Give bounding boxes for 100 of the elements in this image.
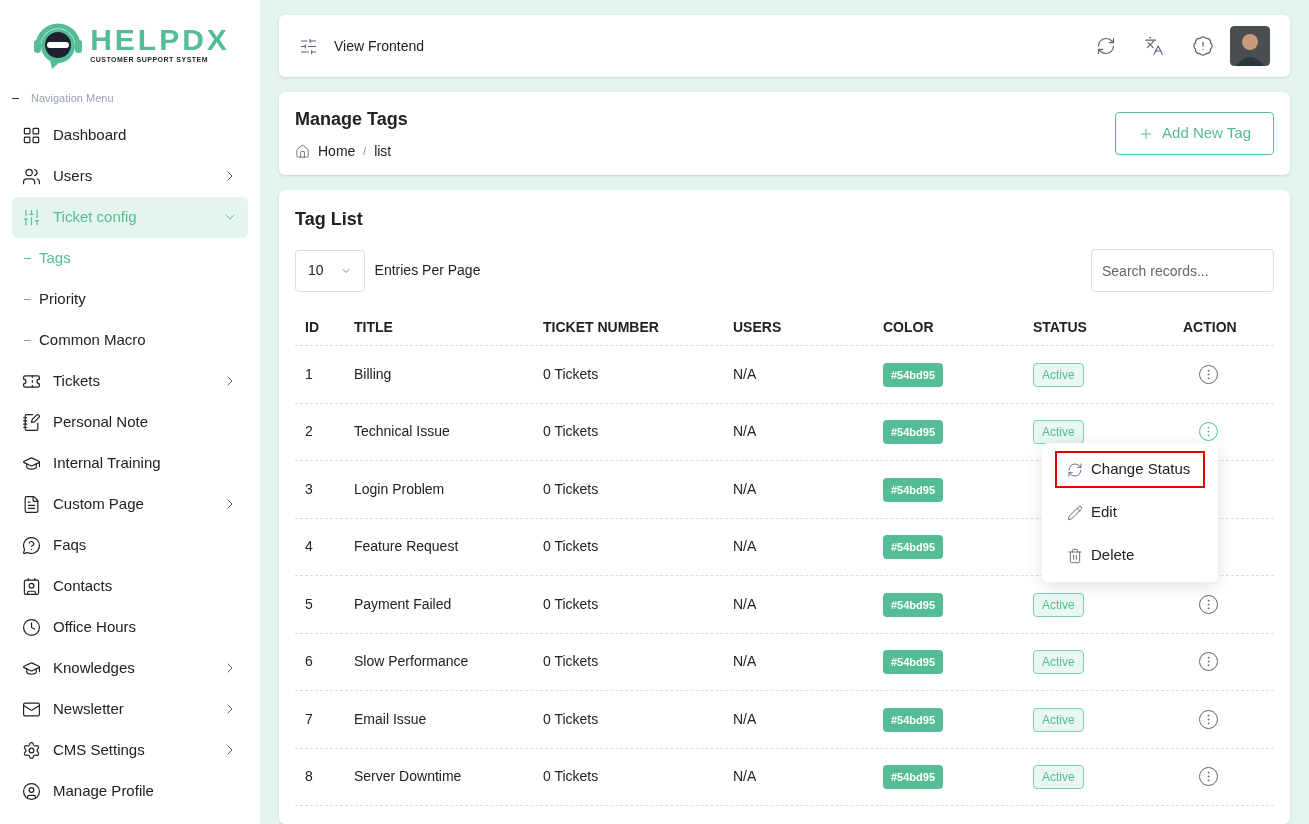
notebook-icon — [22, 412, 41, 432]
status-tag: Active — [1033, 420, 1084, 445]
users-icon — [22, 166, 41, 186]
color-tag: #54bd95 — [883, 707, 944, 732]
alert-badge-icon[interactable] — [1192, 35, 1214, 57]
table-cell: Login Problem — [354, 480, 445, 497]
view-frontend-link[interactable]: View Frontend — [334, 35, 1080, 57]
sidebar-item[interactable]: Users — [12, 155, 248, 197]
table-cell: 2 — [305, 423, 313, 440]
table-cell: 0 Tickets — [543, 653, 599, 670]
sidebar-item[interactable]: Manage Profile — [12, 770, 248, 812]
refresh-icon[interactable] — [1096, 36, 1116, 56]
clock-icon — [22, 617, 41, 637]
status-tag: Active — [1033, 707, 1084, 732]
sliders-icon[interactable] — [299, 36, 318, 56]
table-cell: N/A — [733, 423, 757, 440]
table-cell: Email Issue — [354, 710, 427, 727]
table-cell: Billing — [354, 365, 392, 382]
document-icon — [22, 494, 41, 514]
section-title: Navigation Menu — [31, 91, 114, 106]
table-cell: 8 — [305, 768, 313, 785]
status-tag: Active — [1033, 362, 1084, 387]
column-header: ID — [305, 318, 319, 335]
pencil-icon — [1067, 504, 1083, 521]
entries-select[interactable]: 10 — [295, 249, 365, 292]
color-tag: #54bd95 — [883, 650, 944, 675]
color-tag: #54bd95 — [883, 592, 944, 617]
table-cell: 0 Tickets — [543, 768, 599, 785]
breadcrumb-link[interactable]: list — [374, 140, 392, 162]
menu-item[interactable]: Edit — [1055, 494, 1205, 531]
search-field[interactable]: Search records... — [1091, 249, 1274, 292]
sidebar-item[interactable]: Personal Note — [12, 401, 248, 443]
table-cell: 3 — [305, 480, 313, 497]
brand-name: HELPDX — [90, 24, 230, 55]
avatar[interactable] — [1230, 26, 1270, 66]
entries-label: Entries Per Page — [374, 261, 481, 280]
sidebar-item[interactable]: Custom Page — [12, 483, 248, 525]
sidebar-item[interactable]: CMS Settings — [12, 729, 248, 771]
color-tag: #54bd95 — [883, 477, 944, 502]
table-cell: 1 — [305, 365, 313, 382]
user-icon — [22, 781, 41, 801]
sliders-icon — [22, 207, 41, 227]
table-cell: 7 — [305, 710, 313, 727]
sidebar-item[interactable]: Dashboard — [12, 114, 248, 156]
sidebar-item[interactable]: Newsletter — [12, 688, 248, 730]
sidebar-subitem[interactable]: Common Macro — [39, 328, 146, 352]
home-icon — [295, 143, 310, 159]
card-title: Tag List — [295, 208, 363, 231]
sidebar-item[interactable]: Tickets — [12, 360, 248, 402]
table-cell: 5 — [305, 595, 313, 612]
sidebar-item[interactable]: Contacts — [12, 565, 248, 607]
menu-item[interactable]: Change Status — [1055, 451, 1205, 488]
sidebar-item[interactable]: Office Hours — [12, 606, 248, 648]
question-bubble-icon — [22, 535, 41, 555]
translate-icon[interactable] — [1144, 36, 1164, 56]
table-cell: 0 Tickets — [543, 710, 599, 727]
table-cell: Technical Issue — [354, 423, 450, 440]
status-tag: Active — [1033, 650, 1084, 675]
table-cell: 6 — [305, 653, 313, 670]
sidebar-item[interactable]: Faqs — [12, 524, 248, 566]
table-cell: Server Downtime — [354, 768, 462, 785]
table-cell: N/A — [733, 653, 757, 670]
dashboard-icon — [22, 125, 41, 145]
contact-card-icon — [22, 576, 41, 596]
table-cell: N/A — [733, 365, 757, 382]
table-cell: Slow Performance — [354, 653, 469, 670]
sidebar-item[interactable]: Internal Training — [12, 442, 248, 484]
refresh-icon — [1067, 461, 1083, 478]
table-cell: N/A — [733, 480, 757, 497]
trash-icon — [1067, 547, 1083, 564]
color-tag: #54bd95 — [883, 420, 944, 445]
table-cell: N/A — [733, 768, 757, 785]
table-cell: 0 Tickets — [543, 595, 599, 612]
column-header: STATUS — [1033, 318, 1087, 335]
table-cell: N/A — [733, 538, 757, 555]
table-cell: N/A — [733, 710, 757, 727]
status-tag: Active — [1033, 592, 1084, 617]
color-tag: #54bd95 — [883, 362, 944, 387]
breadcrumb-separator: / — [363, 144, 367, 159]
column-header: ACTION — [1183, 318, 1237, 335]
status-tag: Active — [1033, 765, 1084, 790]
table-cell: 0 Tickets — [543, 365, 599, 382]
color-tag: #54bd95 — [883, 765, 944, 790]
table-cell: 0 Tickets — [543, 423, 599, 440]
column-header: TICKET NUMBER — [543, 318, 659, 335]
table-cell: 0 Tickets — [543, 480, 599, 497]
page-title: Manage Tags — [295, 107, 408, 131]
breadcrumb-link[interactable]: Home — [318, 140, 356, 162]
sidebar-subitem[interactable]: Priority — [39, 287, 86, 311]
column-header: TITLE — [354, 318, 393, 335]
column-header: USERS — [733, 318, 782, 335]
table-cell: N/A — [733, 595, 757, 612]
table-cell: Feature Request — [354, 538, 459, 555]
sidebar-item[interactable]: Knowledges — [12, 647, 248, 689]
column-header: COLOR — [883, 318, 934, 335]
table-cell: 4 — [305, 538, 313, 555]
table-cell: 0 Tickets — [543, 538, 599, 555]
color-tag: #54bd95 — [883, 535, 944, 560]
table-cell: Payment Failed — [354, 595, 452, 612]
menu-item[interactable]: Delete — [1055, 537, 1205, 574]
